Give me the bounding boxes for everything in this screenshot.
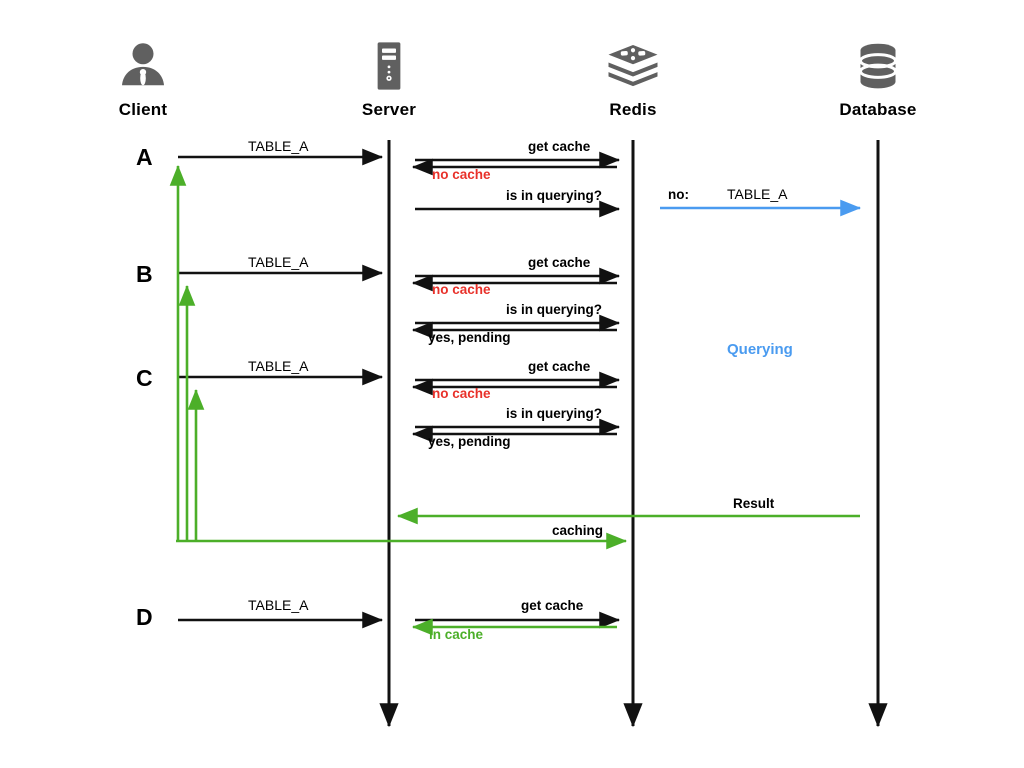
- sequence-diagram-canvas: Client Server Redis Database A B C D TAB…: [0, 0, 1024, 768]
- diagram-arrows-layer: [169, 140, 888, 728]
- message-c-yes-pending: yes, pending: [428, 434, 511, 449]
- state-label-querying: Querying: [727, 341, 793, 358]
- message-a-db-table: TABLE_A: [727, 186, 788, 202]
- message-c-request: TABLE_A: [248, 358, 309, 374]
- message-a-db-no: no:: [668, 187, 689, 202]
- message-a-no-cache: no cache: [432, 167, 491, 182]
- message-b-request: TABLE_A: [248, 254, 309, 270]
- message-a-request: TABLE_A: [248, 138, 309, 154]
- message-caching: caching: [552, 523, 604, 538]
- message-c-no-cache: no cache: [432, 386, 491, 401]
- message-c-get-cache: get cache: [528, 359, 591, 374]
- message-a-is-in-querying: is in querying?: [506, 188, 603, 203]
- message-a-get-cache: get cache: [528, 139, 591, 154]
- message-d-in-cache: in cache: [429, 627, 484, 642]
- message-result: Result: [733, 496, 775, 511]
- message-d-get-cache: get cache: [521, 598, 584, 613]
- message-b-no-cache: no cache: [432, 282, 491, 297]
- message-c-is-in-querying: is in querying?: [506, 406, 603, 421]
- message-b-yes-pending: yes, pending: [428, 330, 511, 345]
- message-d-request: TABLE_A: [248, 597, 309, 613]
- message-b-is-in-querying: is in querying?: [506, 302, 603, 317]
- message-b-get-cache: get cache: [528, 255, 591, 270]
